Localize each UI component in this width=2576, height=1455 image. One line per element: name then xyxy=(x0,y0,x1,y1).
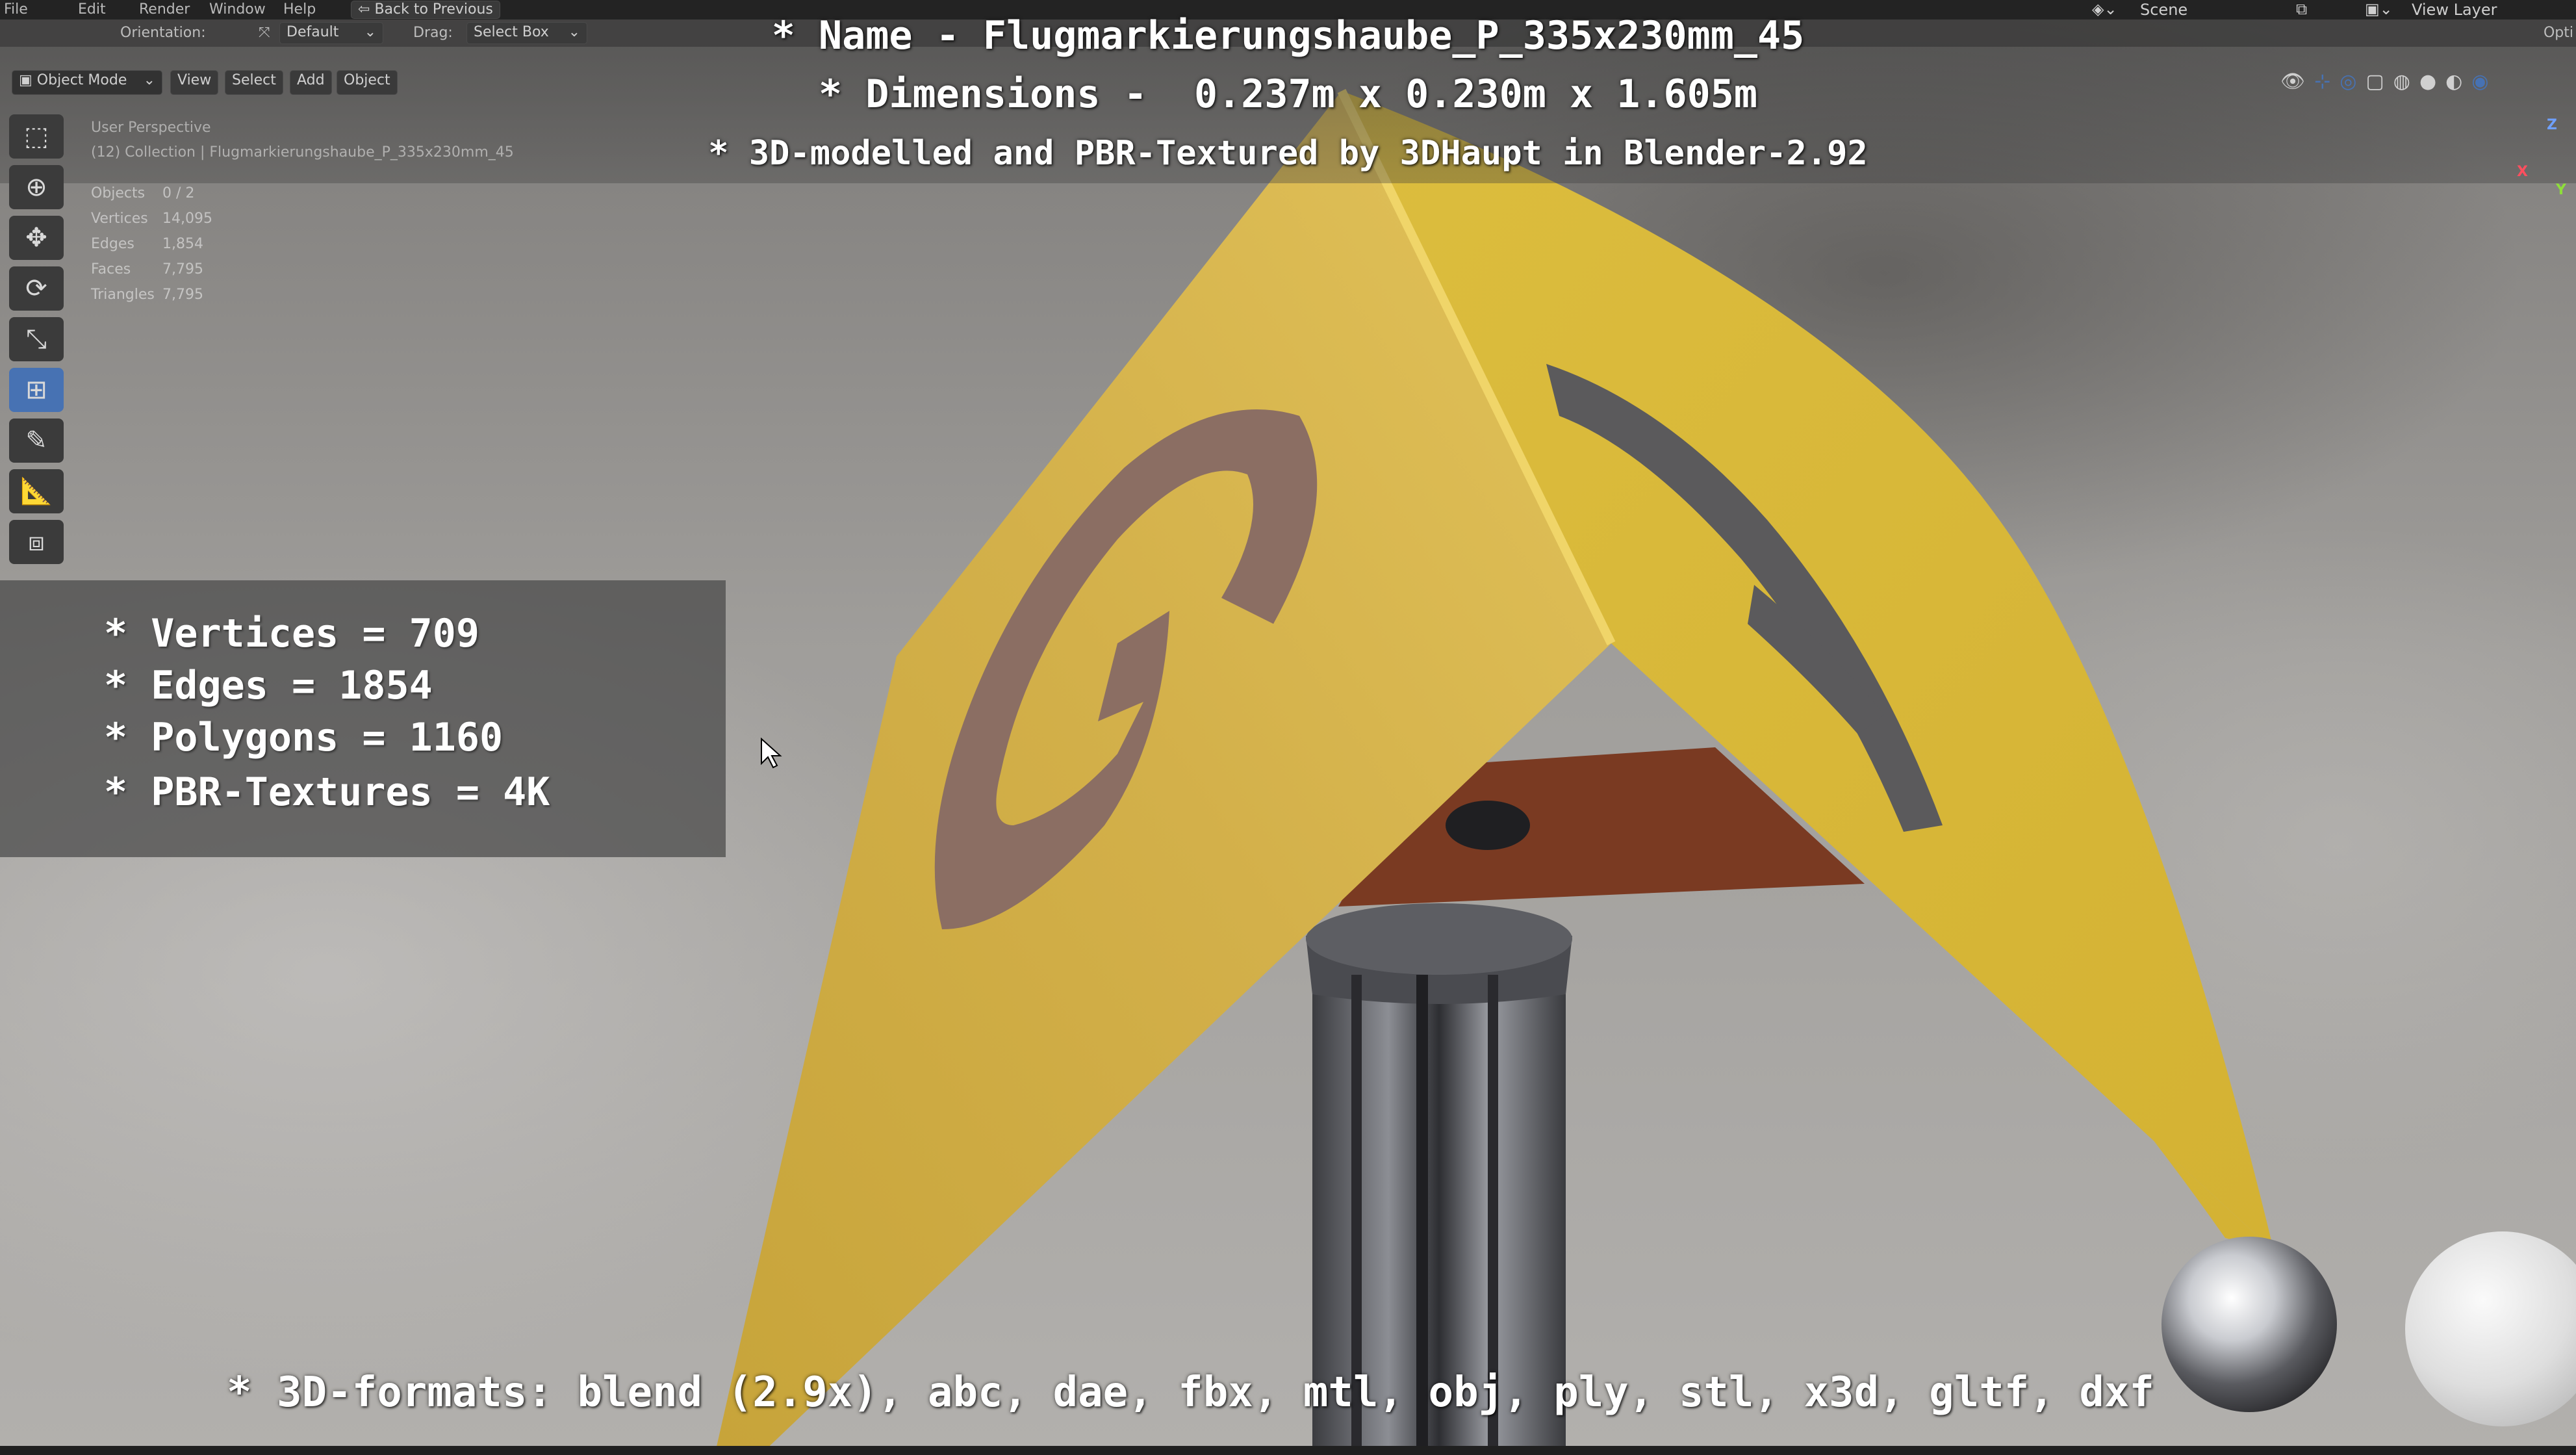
stat-row: Edges 1,854 xyxy=(91,236,203,252)
move-tool[interactable]: ✥ xyxy=(9,216,64,260)
spec-vertices: * Vertices = 709 xyxy=(104,611,479,656)
stat-row: Vertices 14,095 xyxy=(91,211,212,227)
spec-edges: * Edges = 1854 xyxy=(104,663,433,708)
cursor-3d-icon: ⊕ xyxy=(25,172,47,202)
scale-tool[interactable]: ⤡ xyxy=(9,317,64,361)
rotate-icon: ⟳ xyxy=(25,274,47,303)
move-icon: ✥ xyxy=(25,223,47,253)
rotate-tool[interactable]: ⟳ xyxy=(9,266,64,311)
measure-icon: 📐 xyxy=(20,476,53,506)
caption-dimensions: * Dimensions - 0.237m x 0.230m x 1.605m xyxy=(819,71,1757,117)
annotate-icon: ✎ xyxy=(25,426,47,456)
transform-icon: ⊞ xyxy=(25,375,47,405)
spec-textures: * PBR-Textures = 4K xyxy=(104,769,550,815)
status-bar xyxy=(0,1446,2576,1455)
add-cube-icon: ⧈ xyxy=(28,527,45,557)
bolt xyxy=(1446,801,1530,850)
annotate-tool[interactable]: ✎ xyxy=(9,418,64,463)
stat-row: Faces 7,795 xyxy=(91,261,203,277)
mouse-cursor-icon xyxy=(761,738,782,769)
stat-row: Triangles 7,795 xyxy=(91,287,203,303)
stat-row: Objects 0 / 2 xyxy=(91,185,195,201)
caption-credit: * 3D-modelled and PBR-Textured by 3DHaup… xyxy=(708,134,1868,173)
caption-name: * Name - Flugmarkierungshaube_P_335x230m… xyxy=(771,13,1805,58)
scene-statistics: Objects 0 / 2 Vertices 14,095 Edges 1,854 F… xyxy=(91,181,212,307)
measure-tool[interactable]: 📐 xyxy=(9,469,64,513)
tool-shelf: ⬚ ⊕ ✥ ⟳ ⤡ ⊞ ✎ 📐 ⧈ xyxy=(9,114,68,571)
transform-tool[interactable]: ⊞ xyxy=(9,368,64,412)
add-cube-tool[interactable]: ⧈ xyxy=(9,520,64,564)
caption-formats: * 3D-formats: blend (2.9x), abc, dae, fb… xyxy=(227,1369,2154,1417)
gizmo-z-axis[interactable]: Z xyxy=(2547,117,2557,133)
scale-icon: ⤡ xyxy=(26,324,47,354)
spec-polygons: * Polygons = 1160 xyxy=(104,715,504,760)
gizmo-y-axis[interactable]: Y xyxy=(2556,182,2566,198)
